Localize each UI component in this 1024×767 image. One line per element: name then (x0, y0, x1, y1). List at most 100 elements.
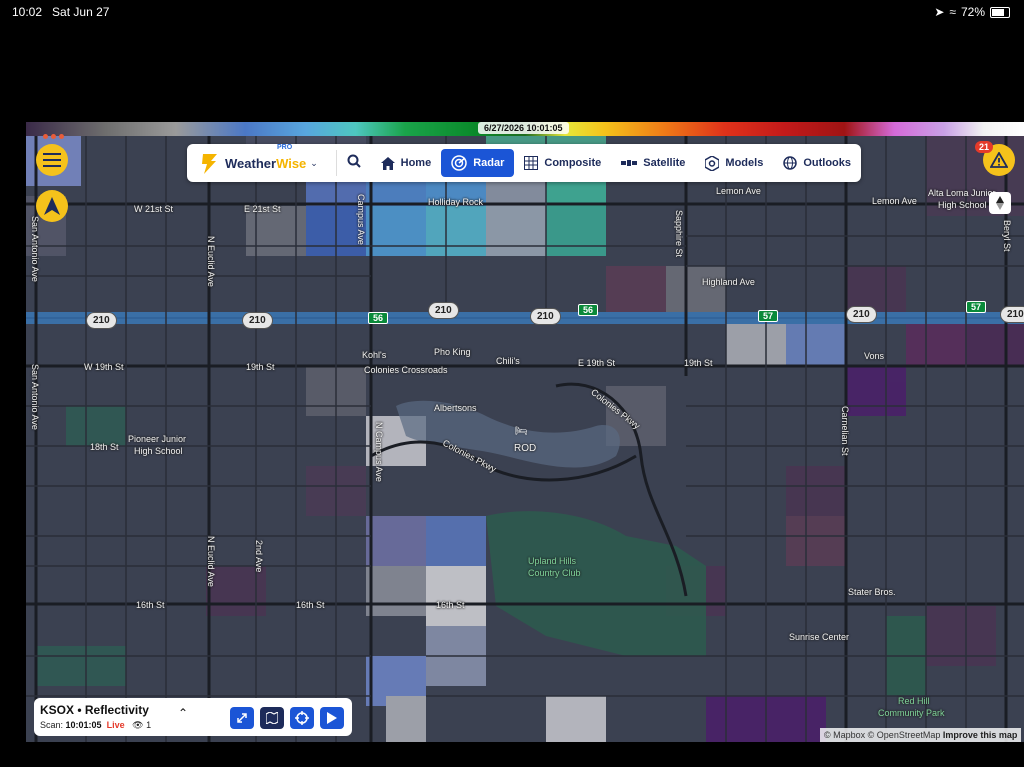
street-label: N Campus Ave (374, 422, 384, 482)
street-label: 2nd Ave (254, 540, 264, 573)
street-label: N Euclid Ave (206, 236, 216, 287)
mapbox-link[interactable]: © Mapbox (824, 730, 865, 740)
alerts-count-badge: 21 (975, 141, 994, 153)
improve-map-link[interactable]: Improve this map (943, 730, 1018, 740)
highway-shield: 210 (1000, 306, 1024, 323)
tab-outlooks[interactable]: Outlooks (773, 149, 861, 177)
place-label: Country Club (528, 568, 581, 578)
scan-info-panel[interactable]: KSOX • Reflectivity Scan: 10:01:05 Live … (34, 698, 352, 736)
radar-icon (451, 155, 467, 171)
place-label: High School (938, 200, 987, 210)
satellite-icon (621, 160, 638, 166)
place-label: High School (134, 446, 183, 456)
lightning-logo-icon (202, 154, 217, 174)
status-time-date: 10:02 Sat Jun 27 (12, 5, 110, 19)
location-arrow-icon: ➤ (934, 5, 945, 19)
place-label: Colonies Crossroads (364, 365, 448, 375)
expand-chevron-icon[interactable]: ⌃ (178, 706, 188, 720)
eye-icon: 👁 (132, 720, 144, 730)
tab-composite[interactable]: Composite (514, 149, 611, 177)
street-label: 19th St (246, 362, 275, 372)
map-icon (266, 712, 278, 724)
place-label: Alta Loma Junior (928, 188, 996, 198)
street-label: Campus Ave (356, 194, 366, 245)
brand-pro-badge: PRO (277, 144, 293, 151)
play-icon (327, 712, 337, 724)
street-label: Lemon Ave (716, 186, 761, 196)
route-shield: 56 (368, 312, 389, 324)
place-label: ROD (514, 443, 537, 454)
menu-button[interactable] (36, 144, 68, 176)
street-label: 18th St (90, 442, 119, 452)
crosshair-icon (295, 711, 309, 725)
expand-button[interactable] (230, 707, 254, 729)
street-label: E 19th St (578, 358, 616, 368)
tab-satellite[interactable]: Satellite (611, 149, 695, 177)
street-label: 16th St (296, 600, 325, 610)
street-label: San Antonio Ave (30, 216, 40, 282)
street-label: Highland Ave (702, 277, 755, 287)
window-dots[interactable] (43, 134, 64, 139)
live-indicator: Live (106, 720, 125, 730)
highway-shield: 210 (428, 302, 459, 319)
wifi-icon: ≈ (949, 5, 956, 19)
home-icon (380, 156, 395, 170)
street-label: W 19th St (84, 362, 124, 372)
scan-info: Scan: 10:01:05 Live 👁 1 (40, 720, 152, 730)
radar-map[interactable]: W 21st St E 21st St W 19th St 19th St E … (26, 136, 1024, 742)
crosshair-button[interactable] (290, 707, 314, 729)
play-button[interactable] (320, 707, 344, 729)
street-label: 19th St (684, 358, 713, 368)
street-label: W 21st St (134, 204, 174, 214)
street-label: N Euclid Ave (206, 536, 216, 587)
compass-button[interactable] (989, 192, 1011, 214)
place-label: Kohl's (362, 350, 387, 360)
place-label: Red Hill (898, 696, 930, 706)
place-label: Sunrise Center (789, 632, 850, 642)
street-label: 16th St (136, 600, 165, 610)
tab-models[interactable]: Models (695, 149, 773, 177)
place-label: Stater Bros. (848, 587, 896, 597)
battery-icon (990, 6, 1010, 18)
place-label: Albertsons (434, 403, 477, 413)
place-label: Community Park (878, 708, 945, 718)
place-label: Pho King (434, 347, 471, 357)
search-icon (347, 154, 361, 168)
route-shield: 56 (578, 304, 599, 316)
top-navigation: WeatherWise PRO ⌄ Home Radar Composite S… (187, 144, 861, 182)
app-window: 6/27/2026 10:01:05 W 21st St E 21st St W… (26, 122, 1024, 742)
place-label: Chili's (496, 356, 520, 366)
tab-home[interactable]: Home (371, 149, 442, 177)
map-layers-button[interactable] (260, 707, 284, 729)
search-button[interactable] (337, 154, 371, 173)
navigation-arrow-icon (44, 197, 60, 215)
brand-logo[interactable]: WeatherWise PRO ⌄ (187, 144, 336, 174)
place-label: Vons (864, 351, 885, 361)
globe-icon (783, 156, 798, 170)
status-bar: 10:02 Sat Jun 27 ➤ ≈ 72% (0, 0, 1024, 24)
brand-name: WeatherWise (225, 155, 307, 171)
grid-icon (524, 156, 539, 170)
street-label: San Antonio Ave (30, 364, 40, 430)
osm-link[interactable]: © OpenStreetMap (868, 730, 941, 740)
street-label: E 21st St (244, 204, 281, 214)
expand-icon (237, 713, 247, 723)
locate-button[interactable] (36, 190, 68, 222)
hamburger-icon (43, 153, 61, 167)
tab-radar[interactable]: Radar (441, 149, 515, 177)
street-label: Carnelian St (840, 406, 850, 456)
compass-icon (996, 196, 1004, 210)
hexagon-icon (705, 155, 720, 171)
place-label: Pioneer Junior (128, 434, 187, 444)
map-attribution: © Mapbox © OpenStreetMap Improve this ma… (820, 728, 1022, 742)
street-label: Beryl St (1002, 220, 1012, 252)
lodging-icon: 🛏 (515, 426, 528, 437)
battery-percent: 72% (960, 5, 985, 19)
street-label: 16th St (436, 600, 465, 610)
place-label: Upland Hills (528, 556, 577, 566)
warning-icon (990, 152, 1008, 168)
chevron-down-icon: ⌄ (310, 157, 318, 168)
radar-color-scale: 6/27/2026 10:01:05 (26, 122, 1024, 136)
street-label: Lemon Ave (872, 196, 917, 206)
highway-shield: 210 (530, 308, 561, 325)
